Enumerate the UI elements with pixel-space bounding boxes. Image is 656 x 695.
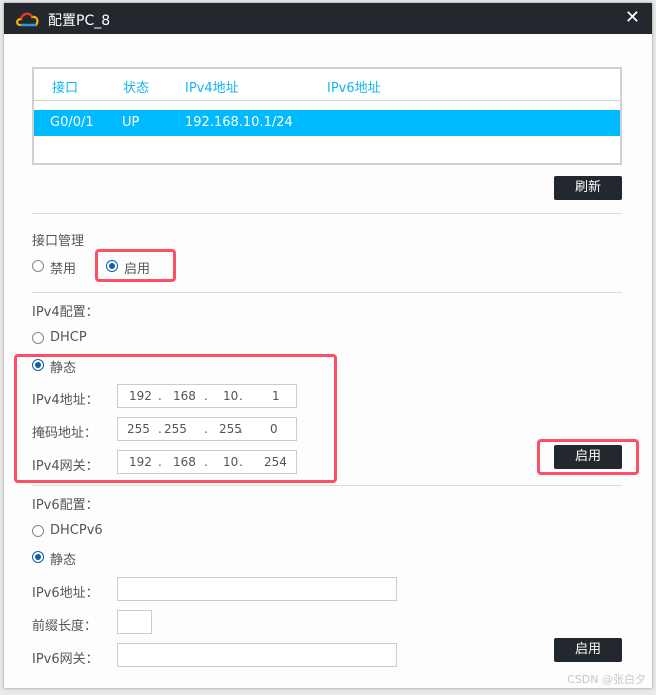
col-header-ipv4: IPv4地址 [185, 81, 239, 96]
ipv4-apply-button[interactable]: 启用 [554, 445, 622, 469]
ipv6-title: IPv6配置： [32, 498, 99, 513]
mask-label: 掩码地址： [32, 426, 98, 441]
interface-table: 接口 状态 IPv4地址 IPv6地址 G0/0/1 UP 192.168.10… [32, 67, 622, 165]
cell-status: UP [122, 115, 140, 130]
octet: 168 [173, 455, 196, 469]
col-header-interface: 接口 [52, 81, 79, 96]
octet: 168 [173, 389, 196, 403]
close-icon[interactable]: ✕ [625, 7, 640, 28]
config-dialog: 配置PC_8 ✕ 接口 状态 IPv4地址 IPv6地址 G0/0/1 UP 1… [4, 3, 652, 688]
octet: 192 [129, 389, 152, 403]
ipv4-addr-input[interactable]: 192. 168. 10. 1 [117, 384, 297, 408]
title-bar[interactable]: 配置PC_8 ✕ [4, 3, 652, 34]
divider [32, 292, 622, 293]
dialog-title: 配置PC_8 [48, 13, 111, 29]
header-divider [34, 100, 620, 101]
ipv6-addr-label: IPv6地址： [32, 586, 99, 601]
cell-ipv4: 192.168.10.1/24 [185, 115, 293, 130]
dhcpv6-radio[interactable] [32, 525, 44, 537]
prefix-input[interactable] [117, 610, 152, 634]
ipv6-gateway-input[interactable] [117, 643, 397, 667]
dhcpv6-label: DHCPv6 [50, 523, 103, 538]
ipv6-gateway-label: IPv6网关： [32, 652, 99, 667]
watermark: CSDN @张白夕 [567, 673, 646, 686]
col-header-status: 状态 [123, 81, 150, 96]
mask-input[interactable]: 255. 255. 255. 0 [117, 417, 297, 441]
octet: 192 [129, 455, 152, 469]
octet: 255 [127, 422, 150, 436]
ipv6-addr-input[interactable] [117, 577, 397, 601]
octet: 254 [264, 455, 287, 469]
refresh-button[interactable]: 刷新 [554, 176, 622, 200]
disable-label: 禁用 [50, 262, 77, 277]
dhcp-radio[interactable] [32, 332, 44, 344]
prefix-label: 前缀长度： [32, 619, 98, 634]
ipv4-title: IPv4配置： [32, 305, 99, 320]
octet: 255 [164, 422, 187, 436]
static-radio[interactable] [32, 359, 44, 371]
divider [32, 485, 622, 486]
ipv6-static-radio[interactable] [32, 551, 44, 563]
enable-radio[interactable] [106, 260, 118, 272]
cell-interface: G0/0/1 [50, 115, 94, 130]
gateway-label: IPv4网关： [32, 459, 99, 474]
table-row[interactable]: G0/0/1 UP 192.168.10.1/24 [34, 110, 620, 136]
gateway-input[interactable]: 192. 168. 10. 254 [117, 450, 297, 474]
ipv6-apply-button[interactable]: 启用 [554, 638, 622, 662]
divider [32, 213, 622, 214]
disable-radio[interactable] [32, 260, 44, 272]
iface-mgmt-title: 接口管理 [32, 234, 85, 249]
static-label: 静态 [50, 361, 77, 376]
cloud-logo-icon [16, 12, 39, 27]
enable-label: 启用 [124, 262, 151, 277]
octet: 0 [270, 422, 278, 436]
octet: 10 [223, 389, 239, 403]
dhcp-label: DHCP [50, 330, 87, 345]
ipv4-addr-label: IPv4地址： [32, 393, 99, 408]
ipv6-static-label: 静态 [50, 553, 77, 568]
octet: 1 [272, 389, 280, 403]
octet: 10 [223, 455, 239, 469]
col-header-ipv6: IPv6地址 [327, 81, 381, 96]
